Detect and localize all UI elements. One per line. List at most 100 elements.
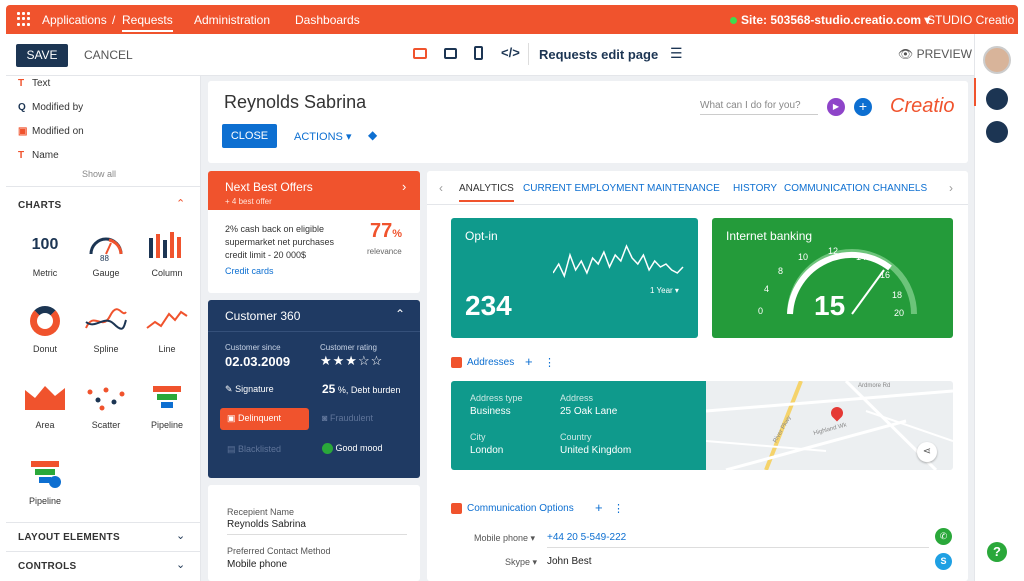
- tab-maintenance[interactable]: MAINTENANCE: [647, 183, 720, 194]
- gauge-tick-12: 12: [828, 246, 838, 256]
- desktop-view-icon[interactable]: [413, 48, 427, 59]
- chart-tile-line[interactable]: Line: [142, 304, 192, 354]
- share-icon[interactable]: ⋖: [917, 442, 937, 462]
- chart-tile-column[interactable]: Column: [142, 228, 192, 278]
- chart-tile-pipeline[interactable]: Pipeline: [142, 380, 192, 430]
- tabs-scroll-right-icon[interactable]: ›: [949, 181, 953, 195]
- breadcrumb-applications[interactable]: Applications: [42, 13, 107, 27]
- breadcrumb-requests[interactable]: Requests: [122, 13, 173, 32]
- field-modified-on[interactable]: ▣ Modified on: [18, 126, 84, 137]
- save-button[interactable]: SAVE: [16, 44, 68, 67]
- nav-administration[interactable]: Administration: [194, 13, 270, 27]
- customer-since-label: Customer since: [225, 343, 281, 352]
- divider: [427, 204, 968, 205]
- nav-dashboards[interactable]: Dashboards: [295, 13, 360, 27]
- signature-item: ✎ Signature: [225, 384, 274, 394]
- chart-tile-area[interactable]: Area: [20, 380, 70, 430]
- user-avatar[interactable]: [983, 46, 1011, 74]
- divider: [208, 331, 420, 332]
- column-icon: [142, 228, 192, 262]
- cancel-button[interactable]: CANCEL: [84, 48, 133, 62]
- period-selector[interactable]: 1 Year ▾: [650, 286, 679, 295]
- skype-icon[interactable]: S: [935, 553, 952, 570]
- line-icon: [142, 304, 192, 338]
- play-icon[interactable]: ▶: [827, 98, 845, 116]
- chart-tile-scatter[interactable]: Scatter: [81, 380, 131, 430]
- layout-elements-header[interactable]: LAYOUT ELEMENTS: [18, 532, 120, 543]
- credit-cards-link[interactable]: Credit cards: [225, 266, 274, 276]
- field-name[interactable]: T Name: [18, 150, 59, 161]
- collapse-comm-icon[interactable]: [451, 503, 462, 514]
- app-grid-icon[interactable]: [17, 12, 31, 26]
- chat-icon[interactable]: [986, 121, 1008, 143]
- field-text[interactable]: T Text: [18, 78, 50, 89]
- opt-in-title: Opt-in: [465, 229, 498, 243]
- divider: [6, 551, 200, 552]
- tablet-view-icon[interactable]: [444, 48, 457, 59]
- divider: [6, 522, 200, 523]
- show-all-link[interactable]: Show all: [82, 169, 116, 179]
- mobile-phone-field[interactable]: +44 20 5-549-222: [547, 532, 929, 548]
- chevron-up-icon[interactable]: ⌃: [176, 197, 185, 210]
- help-icon[interactable]: ?: [987, 542, 1007, 562]
- addresses-title[interactable]: Addresses: [467, 357, 514, 368]
- metric-icon: 100: [31, 236, 59, 253]
- chart-tile-metric[interactable]: 100 Metric: [20, 228, 70, 278]
- tab-communication-channels[interactable]: COMMUNICATION CHANNELS: [784, 183, 927, 194]
- mobile-view-icon[interactable]: [474, 46, 483, 60]
- address-map[interactable]: River Pkwy Ardmore Rd Highland Wk ⋖: [706, 381, 953, 470]
- chevron-right-icon[interactable]: ›: [402, 179, 406, 194]
- tab-history[interactable]: HISTORY: [733, 183, 777, 194]
- gauge-tick-14: 14: [856, 252, 866, 262]
- address-label: Address: [560, 393, 594, 403]
- controls-header[interactable]: CONTROLS: [18, 561, 77, 572]
- internet-banking-value: 15: [814, 290, 846, 321]
- add-address-icon[interactable]: +: [525, 354, 533, 369]
- phone-call-icon[interactable]: ✆: [935, 528, 952, 545]
- mobile-phone-label[interactable]: Mobile phone ▾: [474, 533, 535, 544]
- opt-in-value: 234: [465, 290, 512, 321]
- code-icon[interactable]: </>: [501, 45, 520, 60]
- eye-icon: 👁: [898, 47, 914, 61]
- site-selector[interactable]: Site: 503568-studio.creatio.com ▾: [730, 13, 930, 27]
- skype-label[interactable]: Skype ▾: [505, 557, 537, 568]
- notifications-bell-icon[interactable]: [986, 88, 1008, 110]
- map-road-label: River Pkwy: [773, 415, 793, 444]
- recipient-field[interactable]: Reynolds Sabrina: [227, 519, 407, 535]
- close-button[interactable]: CLOSE: [222, 124, 277, 148]
- blacklisted-label: ▤ Blacklisted: [227, 444, 282, 454]
- chart-tile-gauge[interactable]: 88 Gauge: [81, 228, 131, 278]
- donut-icon: [20, 304, 70, 338]
- tabs-scroll-left-icon[interactable]: ‹: [439, 181, 443, 195]
- chart-tile-spline[interactable]: Spline: [81, 304, 131, 354]
- tab-analytics[interactable]: ANALYTICS: [459, 183, 514, 202]
- actions-button[interactable]: ACTIONS ▾: [294, 130, 351, 143]
- opt-in-tile[interactable]: Opt-in 1 Year ▾ 234: [451, 218, 698, 338]
- chart-tile-donut[interactable]: Donut: [20, 304, 70, 354]
- internet-banking-tile[interactable]: Internet banking 0 4 8 10 12 14 16 18 20…: [712, 218, 953, 338]
- add-icon[interactable]: +: [854, 98, 872, 116]
- skype-field[interactable]: John Best: [547, 556, 591, 567]
- tabs-content-card: ‹ ANALYTICS CURRENT EMPLOYMENT MAINTENAN…: [427, 171, 968, 581]
- more-options-icon[interactable]: ⋮: [613, 502, 624, 515]
- charts-section-header[interactable]: CHARTS: [18, 200, 61, 211]
- add-comm-icon[interactable]: +: [595, 500, 603, 515]
- chevron-down-icon[interactable]: ⌄: [176, 558, 185, 571]
- collapse-addresses-icon[interactable]: [451, 357, 462, 368]
- settings-sliders-icon[interactable]: ☰: [670, 45, 683, 62]
- field-modified-by[interactable]: Q Modified by: [18, 102, 83, 113]
- chevron-up-icon[interactable]: ⌃: [395, 307, 405, 321]
- chart-tile-pipeline-2[interactable]: Pipeline: [20, 456, 70, 506]
- tab-current-employment[interactable]: CURRENT EMPLOYMENT: [523, 183, 645, 194]
- chevron-down-icon[interactable]: ⌄: [176, 529, 185, 542]
- address-card[interactable]: Address type Business Address 25 Oak Lan…: [451, 381, 706, 470]
- tag-icon[interactable]: ◆: [368, 128, 377, 142]
- comm-options-title[interactable]: Communication Options: [467, 503, 574, 514]
- address-type-value: Business: [470, 406, 511, 417]
- more-options-icon[interactable]: ⋮: [544, 356, 555, 369]
- contact-method-field[interactable]: Mobile phone: [227, 559, 287, 570]
- lookup-field-icon: Q: [18, 102, 26, 113]
- next-best-offers-card: Next Best Offers + 4 best offer › 2% cas…: [208, 171, 420, 293]
- preview-button[interactable]: 👁 PREVIEW: [898, 47, 972, 61]
- command-search-input[interactable]: What can I do for you?: [700, 100, 818, 115]
